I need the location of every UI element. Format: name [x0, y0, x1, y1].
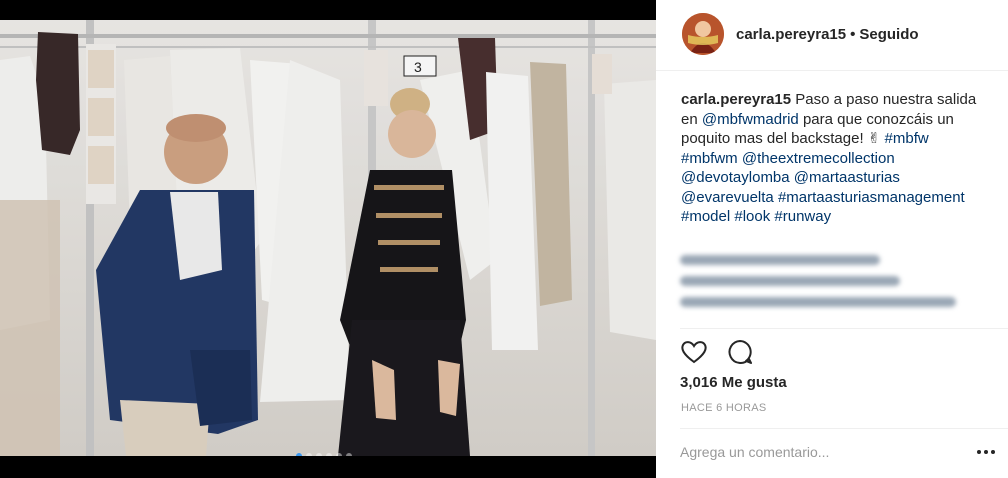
username-link[interactable]: carla.pereyra15	[736, 26, 846, 43]
heart-icon[interactable]	[680, 338, 708, 366]
caption-tag-link[interactable]: #runway	[774, 208, 831, 225]
caption-tag-link[interactable]: @mbfwmadrid	[702, 111, 799, 128]
avatar[interactable]	[682, 13, 724, 55]
avatar-image	[682, 13, 724, 55]
caption-tag-link[interactable]: #mbfw	[885, 130, 929, 147]
blurred-comments	[680, 255, 980, 318]
header-separator: •	[850, 26, 856, 43]
post-actions	[680, 338, 754, 366]
blurred-line	[680, 276, 900, 286]
backstage-illustration: 3	[0, 20, 656, 456]
divider	[680, 328, 1008, 329]
more-options-icon[interactable]	[974, 444, 998, 460]
carousel-dot[interactable]	[306, 453, 312, 456]
comment-icon[interactable]	[726, 338, 754, 366]
carousel-dot[interactable]	[336, 453, 342, 456]
carousel-dot[interactable]	[316, 453, 322, 456]
carousel-indicator[interactable]	[296, 453, 352, 456]
carousel-dot[interactable]	[326, 453, 332, 456]
header-text: carla.pereyra15 • Seguido	[736, 26, 919, 43]
carousel-dot[interactable]	[296, 453, 302, 456]
blurred-line	[680, 297, 956, 307]
post-header: carla.pereyra15 • Seguido	[656, 0, 1008, 71]
carousel-dot[interactable]	[346, 453, 352, 456]
caption-tag-link[interactable]: @devotaylomba	[681, 169, 790, 186]
photo-viewer: 3	[0, 0, 656, 478]
caption-username[interactable]: carla.pereyra15	[681, 91, 791, 108]
post-timestamp[interactable]: HACE 6 HORAS	[681, 402, 767, 414]
caption-tag-link[interactable]: #model	[681, 208, 730, 225]
caption-tag-link[interactable]: @evarevuelta	[681, 189, 774, 206]
divider	[680, 428, 1008, 429]
post-caption: carla.pereyra15 Paso a paso nuestra sali…	[681, 90, 981, 227]
caption-tag-link[interactable]: @theextremecollection	[742, 150, 895, 167]
post-photo[interactable]: 3	[0, 20, 656, 456]
likes-count[interactable]: 3,016 Me gusta	[680, 374, 787, 391]
caption-tag-link[interactable]: #martaasturiasmanagement	[778, 189, 965, 206]
blurred-line	[680, 255, 880, 265]
post-side-panel: carla.pereyra15 • Seguido carla.pereyra15 …	[656, 0, 1008, 478]
caption-tag-link[interactable]: @martaasturias	[794, 169, 900, 186]
caption-tag-link[interactable]: #mbfwm	[681, 150, 738, 167]
comment-input[interactable]	[680, 440, 960, 464]
caption-tag-link[interactable]: #look	[734, 208, 770, 225]
follow-status-button[interactable]: Seguido	[859, 26, 918, 43]
